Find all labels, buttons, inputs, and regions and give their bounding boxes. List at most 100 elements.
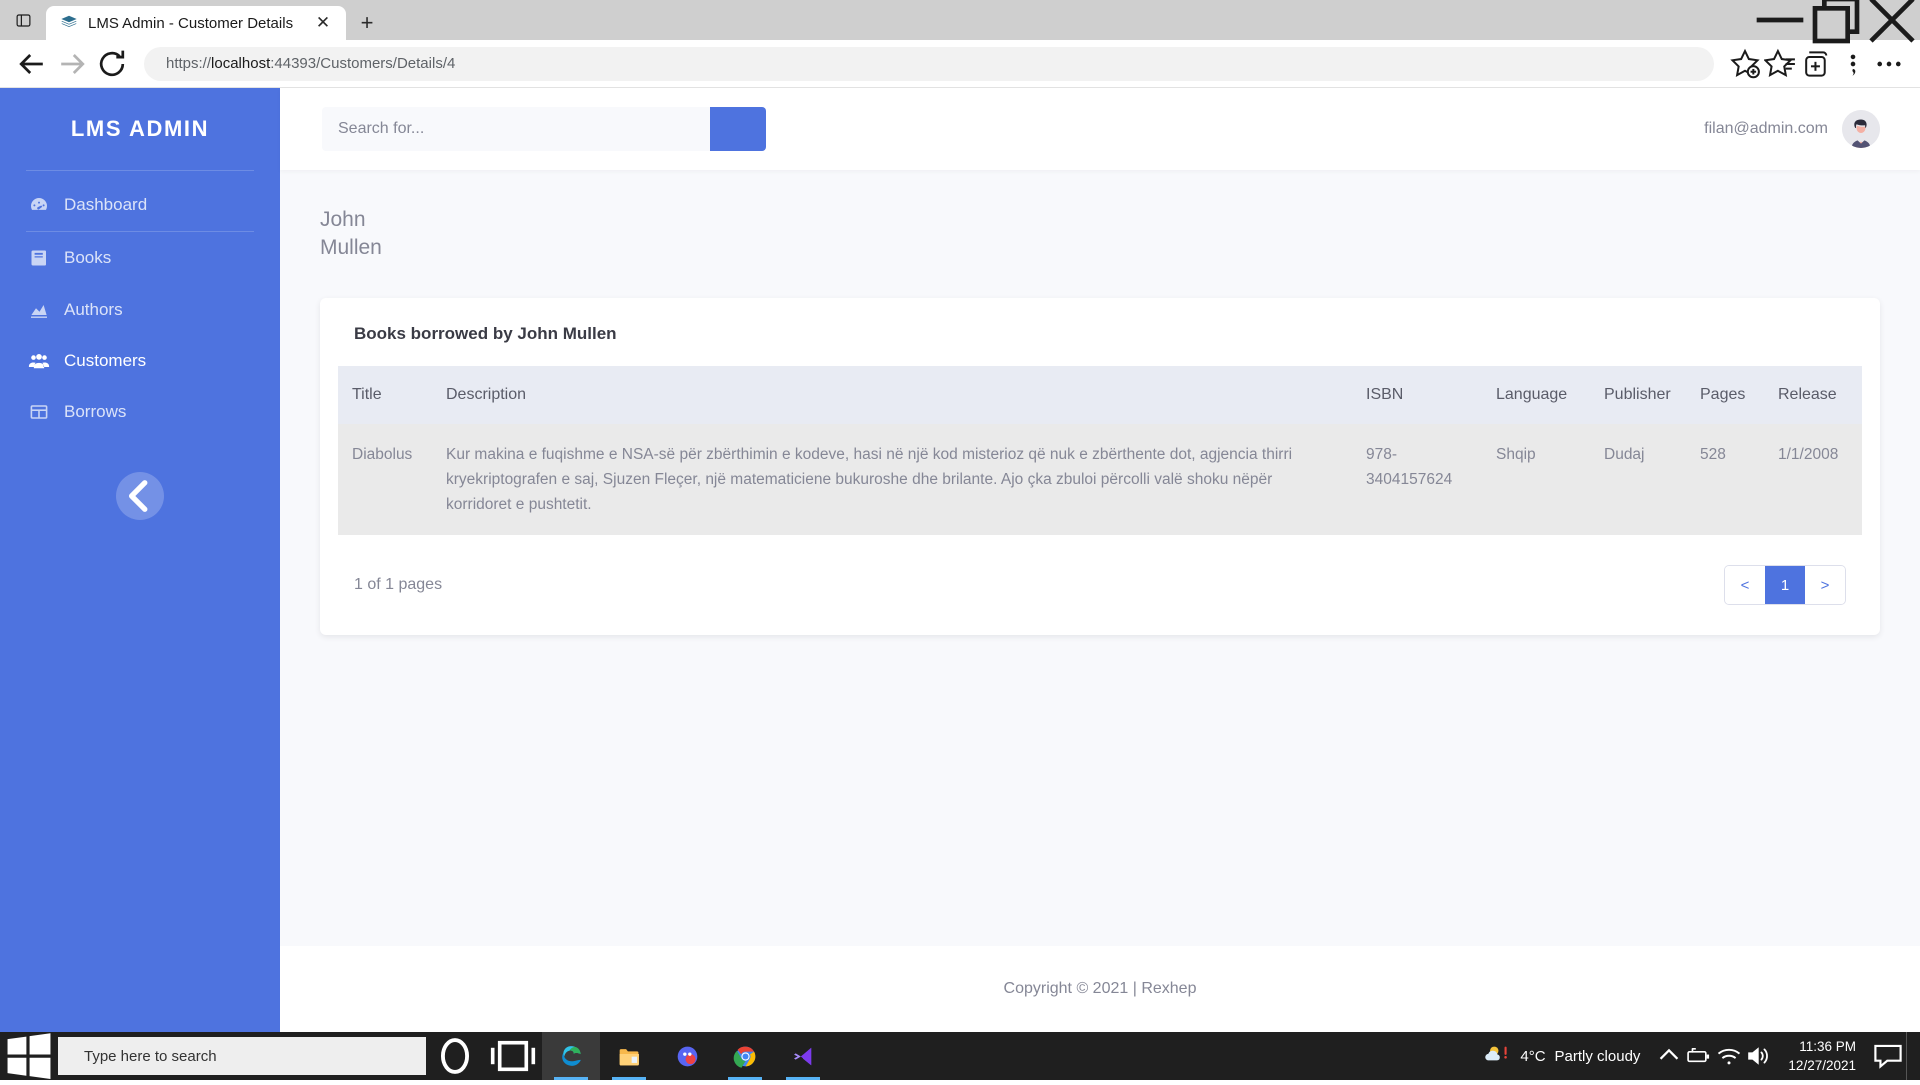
topbar-user: filan@admin.com (1704, 110, 1880, 148)
url-text: https://localhost:44393/Customers/Detail… (166, 55, 455, 72)
cell-isbn: 978-3404157624 (1354, 424, 1484, 535)
sidebar-item-customers[interactable]: Customers (0, 336, 280, 386)
toolbar-icons (1728, 47, 1906, 81)
action-center-icon[interactable] (1870, 1032, 1906, 1080)
table-icon (28, 401, 50, 423)
sidebar-item-dashboard[interactable]: Dashboard (0, 179, 280, 231)
collections-icon[interactable] (1800, 47, 1834, 81)
cell-publisher: Dudaj (1592, 424, 1688, 535)
cortana-icon[interactable] (426, 1032, 484, 1080)
topbar: filan@admin.com (280, 88, 1920, 170)
sidebar-item-borrows[interactable]: Borrows (0, 386, 280, 438)
show-desktop-button[interactable] (1906, 1032, 1914, 1080)
borrowed-books-table: Title Description ISBN Language Publishe… (338, 366, 1862, 535)
sidebar-item-books[interactable]: Books (0, 232, 280, 284)
sidebar-nav: Dashboard Books (0, 171, 280, 438)
browser-titlebar: LMS Admin - Customer Details ✕ + (0, 0, 1920, 40)
vscode-icon[interactable] (774, 1032, 832, 1080)
user-email: filan@admin.com (1704, 120, 1828, 138)
battery-icon[interactable] (1684, 1032, 1714, 1080)
copyright-text: Copyright © 2021 | Rexhep (1004, 980, 1197, 998)
avatar[interactable] (1842, 110, 1880, 148)
cell-description: Kur makina e fuqishme e NSA-së për zbërt… (434, 424, 1354, 535)
browser-toolbar: https://localhost:44393/Customers/Detail… (0, 40, 1920, 88)
weather-temperature: 4°C (1520, 1048, 1545, 1065)
back-arrow-icon[interactable] (14, 46, 50, 82)
cell-title: Diabolus (338, 424, 434, 535)
chrome-icon[interactable] (716, 1032, 774, 1080)
footer: Copyright © 2021 | Rexhep (280, 946, 1920, 1032)
new-tab-button[interactable]: + (354, 10, 380, 36)
sidebar-brand[interactable]: LMS ADMIN (0, 88, 280, 170)
sidebar-item-label: Borrows (64, 402, 126, 422)
browser-tab[interactable]: LMS Admin - Customer Details ✕ (46, 6, 346, 40)
column-header-description: Description (434, 366, 1354, 424)
sidebar: LMS ADMIN Dashboard (0, 88, 280, 1032)
edge-icon[interactable] (542, 1032, 600, 1080)
restore-button[interactable] (1808, 0, 1864, 40)
search-input[interactable] (322, 107, 710, 151)
taskbar-search-input[interactable]: Type here to search (58, 1037, 426, 1075)
table-row[interactable]: Diabolus Kur makina e fuqishme e NSA-së … (338, 424, 1862, 535)
taskbar-search-placeholder: Type here to search (84, 1048, 217, 1065)
gauge-icon (28, 194, 50, 216)
windows-logo-icon[interactable] (0, 1032, 58, 1080)
clock-time: 11:36 PM (1799, 1037, 1856, 1056)
show-hidden-icons-chevron[interactable] (1654, 1032, 1684, 1080)
column-header-language: Language (1484, 366, 1592, 424)
pagination-next[interactable]: > (1805, 566, 1845, 604)
column-header-publisher: Publisher (1592, 366, 1688, 424)
column-header-release: Release (1766, 366, 1862, 424)
sidebar-collapse-wrap (0, 472, 280, 520)
file-explorer-icon[interactable] (600, 1032, 658, 1080)
address-bar[interactable]: https://localhost:44393/Customers/Detail… (144, 47, 1714, 81)
cell-release: 1/1/2008 (1766, 424, 1862, 535)
page-viewport: LMS ADMIN Dashboard (0, 88, 1920, 1032)
window-controls (1752, 0, 1920, 40)
search-button[interactable] (710, 107, 766, 151)
minimize-button[interactable] (1752, 0, 1808, 40)
wifi-icon[interactable] (1714, 1032, 1744, 1080)
books-stack-icon (60, 14, 78, 32)
column-header-pages: Pages (1688, 366, 1766, 424)
task-view-icon[interactable] (484, 1032, 542, 1080)
add-favorite-icon[interactable] (1728, 47, 1762, 81)
favorites-icon[interactable] (1764, 47, 1798, 81)
system-tray: 4°C Partly cloudy 11:36 PM 12/27/2021 (1469, 1032, 1920, 1080)
card-title: Books borrowed by John Mullen (338, 324, 1862, 366)
weather-condition: Partly cloudy (1555, 1048, 1641, 1065)
main-content: filan@admin.com John Mullen (280, 88, 1920, 1032)
table-body: Diabolus Kur makina e fuqishme e NSA-së … (338, 424, 1862, 535)
tab-actions-icon[interactable] (0, 0, 46, 40)
chart-area-icon (28, 299, 50, 321)
volume-icon[interactable] (1744, 1032, 1774, 1080)
browser-essentials-icon[interactable] (1836, 47, 1870, 81)
settings-more-icon[interactable] (1872, 47, 1906, 81)
page-info: 1 of 1 pages (354, 576, 442, 594)
book-icon (28, 247, 50, 269)
taskbar-clock[interactable]: 11:36 PM 12/27/2021 (1774, 1037, 1870, 1075)
pagination: < 1 > (1724, 565, 1846, 605)
tab-title: LMS Admin - Customer Details (88, 15, 300, 32)
sidebar-item-label: Books (64, 248, 111, 268)
weather-widget[interactable]: 4°C Partly cloudy (1469, 1043, 1654, 1069)
tab-close-icon[interactable]: ✕ (310, 10, 336, 36)
close-button[interactable] (1864, 0, 1920, 40)
borrowed-books-card: Books borrowed by John Mullen Title Desc… (320, 298, 1880, 635)
sidebar-item-label: Authors (64, 300, 123, 320)
forward-arrow-icon (54, 46, 90, 82)
windows-taskbar: Type here to search (0, 1032, 1920, 1080)
chevron-left-icon[interactable] (116, 472, 164, 520)
sidebar-item-authors[interactable]: Authors (0, 284, 280, 336)
pagination-prev[interactable]: < (1725, 566, 1765, 604)
browser-window: LMS Admin - Customer Details ✕ + (0, 0, 1920, 1032)
reload-icon[interactable] (94, 46, 130, 82)
discord-icon[interactable] (658, 1032, 716, 1080)
cell-language: Shqip (1484, 424, 1592, 535)
customer-last-name: Mullen (320, 234, 1880, 262)
sidebar-item-label: Dashboard (64, 195, 147, 215)
table-head: Title Description ISBN Language Publishe… (338, 366, 1862, 424)
table-header-row: Title Description ISBN Language Publishe… (338, 366, 1862, 424)
column-header-isbn: ISBN (1354, 366, 1484, 424)
pagination-page-1[interactable]: 1 (1765, 566, 1805, 604)
